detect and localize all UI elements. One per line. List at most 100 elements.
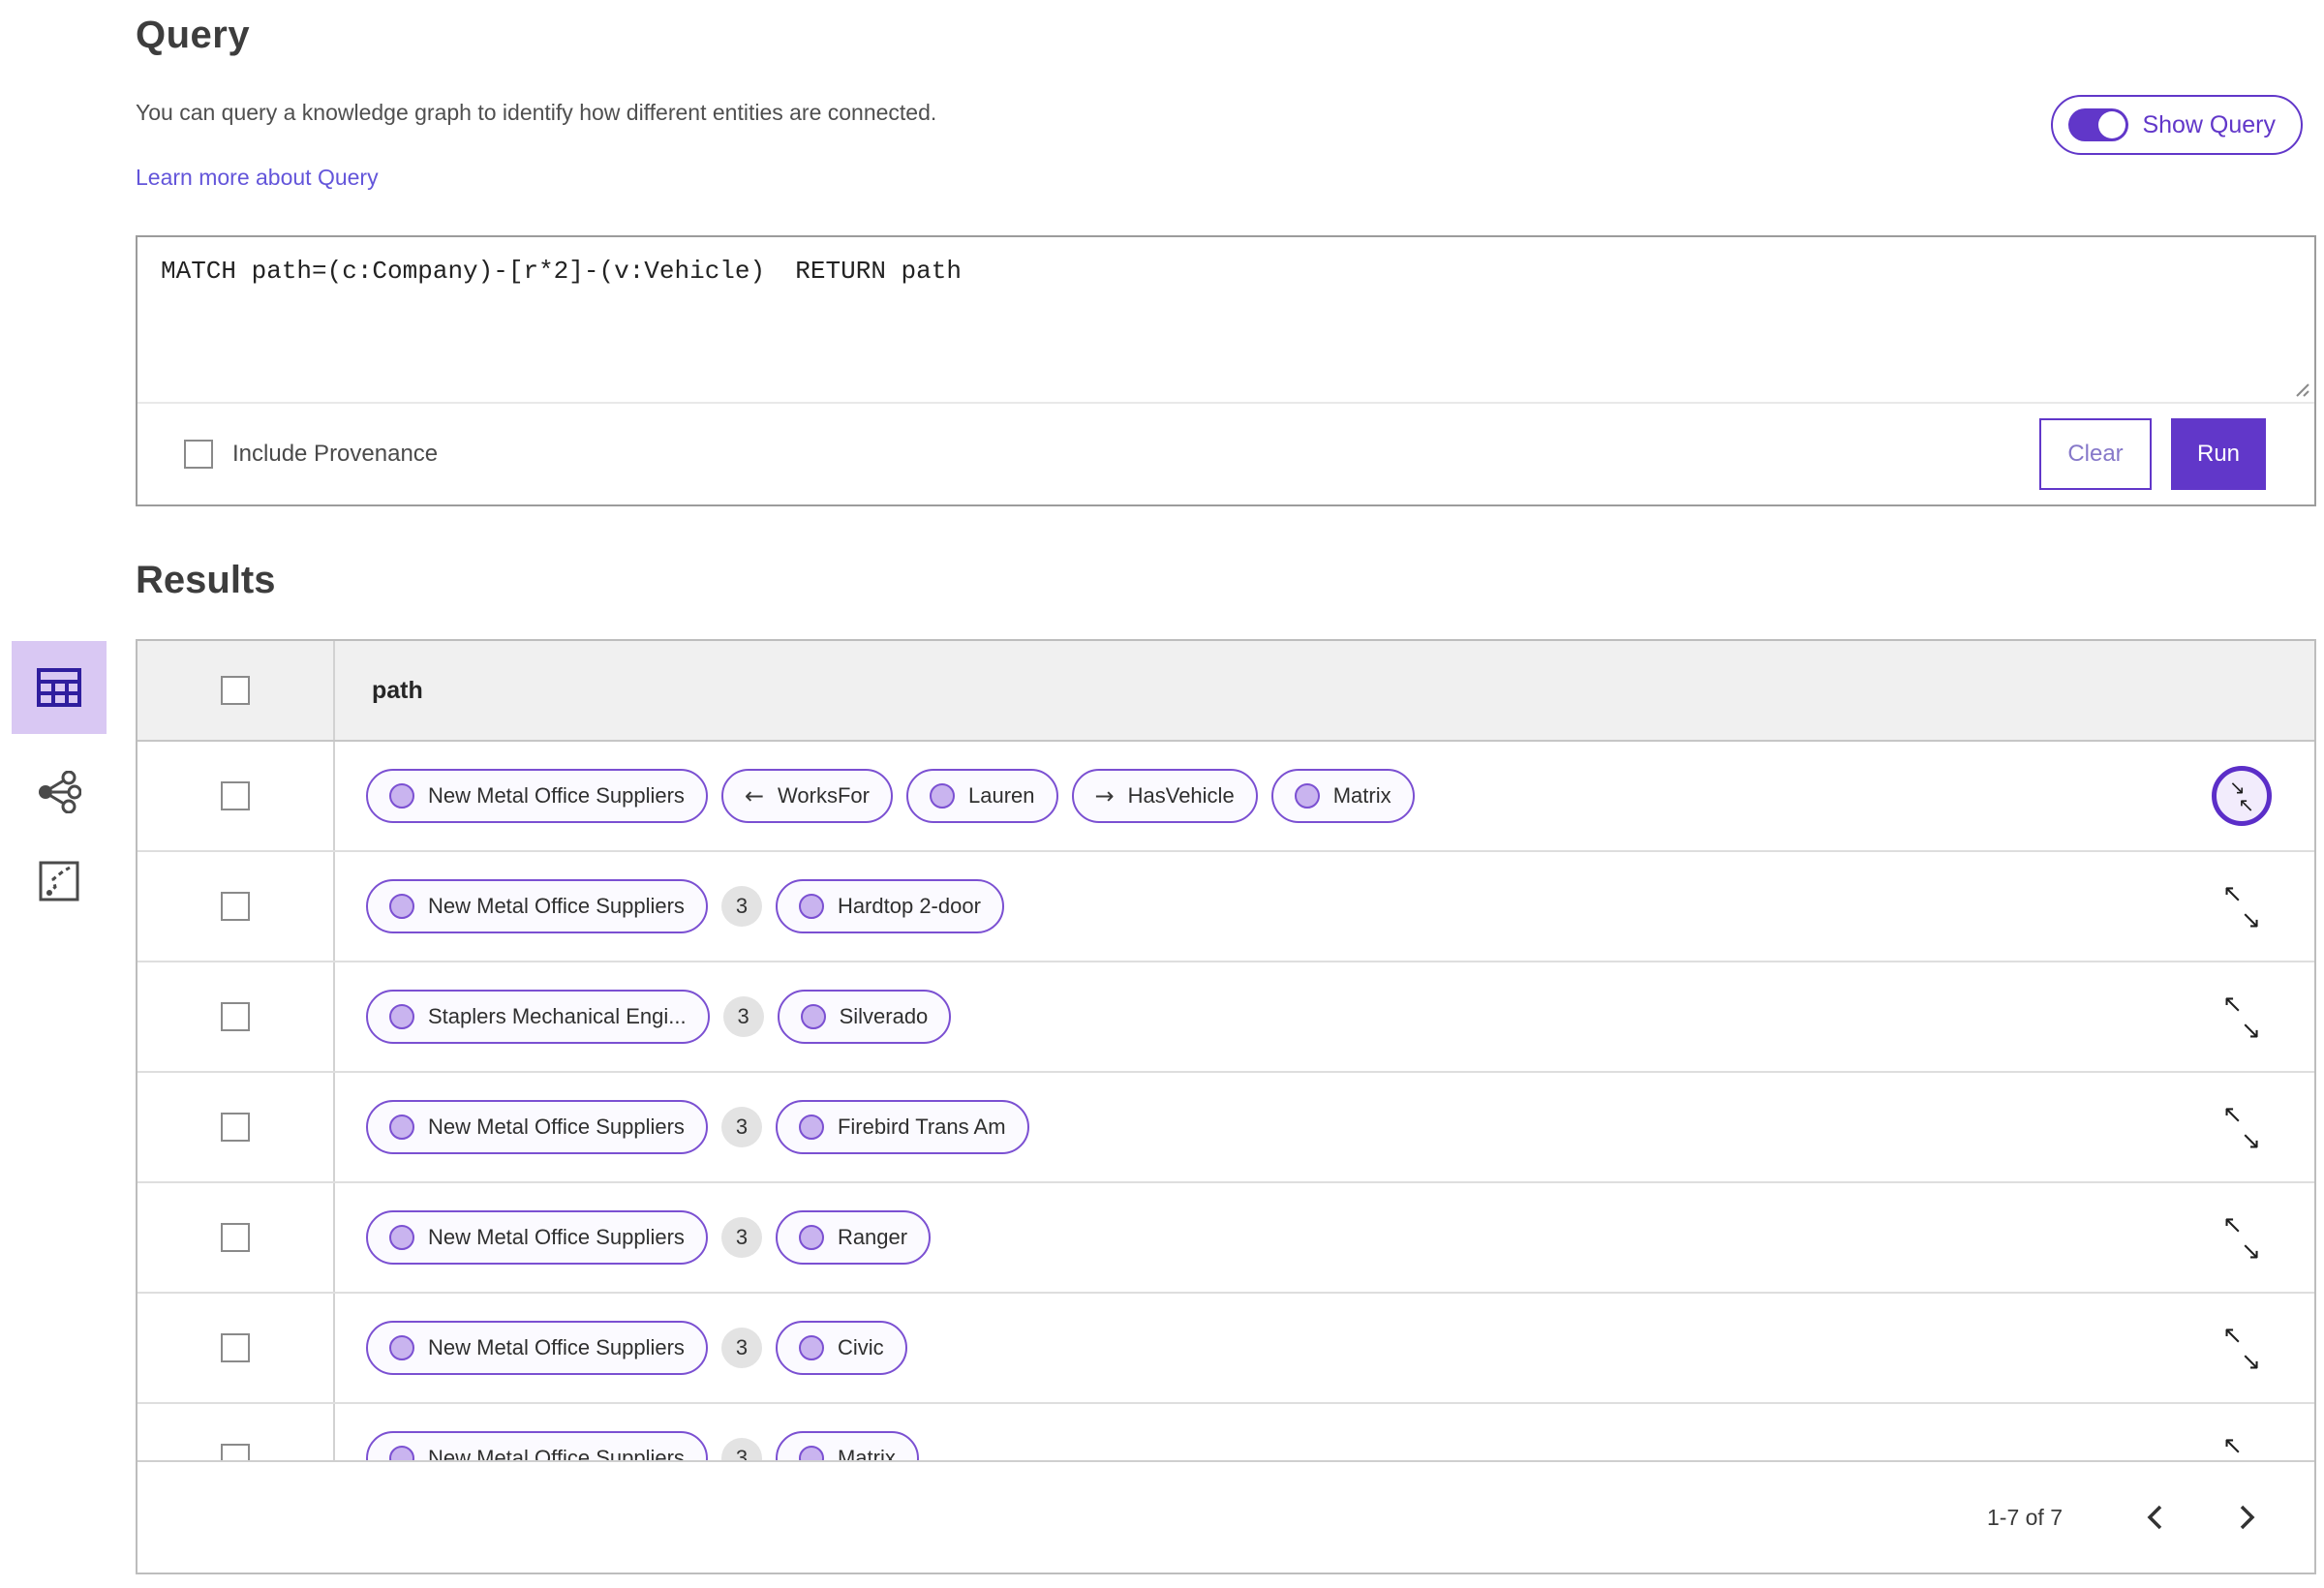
select-all-checkbox[interactable] [221, 676, 250, 705]
entity-node-icon [798, 1115, 824, 1140]
row-select-cell [138, 962, 335, 1071]
diagonal-arrow-icon: ↖ [2222, 1321, 2243, 1349]
run-button[interactable]: Run [2171, 418, 2266, 490]
entity-pill[interactable]: Ranger [775, 1210, 932, 1265]
query-input[interactable]: MATCH path=(c:Company)-[r*2]-(v:Vehicle)… [138, 237, 2314, 404]
row-checkbox[interactable] [221, 1113, 250, 1142]
row-checkbox[interactable] [221, 1444, 250, 1460]
hidden-hops-count-badge: 3 [720, 1328, 762, 1368]
chevron-left-icon [2147, 1505, 2162, 1530]
entity-pill[interactable]: Hardtop 2-door [775, 879, 1004, 933]
relationship-pill[interactable]: ← WorksFor [720, 769, 893, 823]
show-query-label: Show Query [2142, 110, 2276, 138]
entity-pill[interactable]: Staplers Mechanical Engi... [366, 990, 710, 1044]
row-checkbox[interactable] [221, 1002, 250, 1031]
entity-pill[interactable]: New Metal Office Suppliers [366, 1321, 708, 1375]
entity-label: New Metal Office Suppliers [428, 1335, 685, 1359]
expand-cell: ↖↘ [2169, 1321, 2314, 1375]
query-description: You can query a knowledge graph to ident… [136, 100, 937, 125]
expand-row-icon[interactable]: ↖↘ [2215, 879, 2269, 933]
row-checkbox[interactable] [221, 781, 250, 810]
diagonal-arrow-icon: ↘ [2241, 905, 2261, 933]
diagonal-arrow-icon: ↘ [2241, 1016, 2261, 1044]
expand-row-icon[interactable]: ↖↘ [2215, 1431, 2269, 1460]
hidden-hops-count-badge: 3 [722, 996, 764, 1037]
diagonal-arrow-icon: ↖ [2222, 1210, 2243, 1238]
diagonal-arrow-icon: ↘ [2241, 1237, 2261, 1265]
results-table: path New Metal Office Suppliers ← WorksFor… [136, 639, 2316, 1574]
entity-node-icon [389, 894, 414, 919]
row-checkbox[interactable] [221, 892, 250, 921]
entity-pill[interactable]: Matrix [775, 1431, 919, 1460]
row-checkbox[interactable] [221, 1333, 250, 1362]
entity-pill[interactable]: Civic [775, 1321, 907, 1375]
table-row: New Metal Office Suppliers ← WorksFor Laure… [138, 742, 2314, 852]
row-select-cell [138, 1073, 335, 1181]
row-checkbox[interactable] [221, 1223, 250, 1252]
path-cell: New Metal Office Suppliers 3 Matrix [335, 1431, 2169, 1460]
table-row: New Metal Office Suppliers 3 Hardtop 2-doo… [138, 852, 2314, 962]
row-select-cell [138, 852, 335, 961]
learn-more-link[interactable]: Learn more about Query [136, 165, 379, 191]
entity-node-icon [800, 1004, 826, 1029]
entity-node-icon [389, 1335, 414, 1360]
path-cell: Staplers Mechanical Engi... 3 Silverado [335, 990, 2169, 1044]
expand-row-icon[interactable]: ↖↘ [2215, 1100, 2269, 1154]
table-row: Staplers Mechanical Engi... 3 Silverado ↖ ↘ [138, 962, 2314, 1073]
entity-pill[interactable]: New Metal Office Suppliers [366, 1100, 708, 1154]
entity-pill[interactable]: Lauren [905, 769, 1058, 823]
entity-pill[interactable]: New Metal Office Suppliers [366, 879, 708, 933]
expand-row-icon[interactable]: ↖↘ [2215, 1321, 2269, 1375]
query-section-title: Query [136, 14, 251, 56]
entity-node-icon [929, 783, 955, 809]
entity-node-icon [798, 1446, 824, 1460]
graph-icon [39, 771, 81, 813]
entity-pill[interactable]: New Metal Office Suppliers [366, 1431, 708, 1460]
entity-label: Firebird Trans Am [837, 1115, 1006, 1139]
entity-pill[interactable]: New Metal Office Suppliers [366, 769, 708, 823]
include-provenance-label: Include Provenance [232, 441, 439, 467]
entity-label: Matrix [1332, 783, 1391, 808]
show-query-toggle[interactable]: Show Query [2051, 95, 2303, 155]
entity-pill[interactable]: Firebird Trans Am [775, 1100, 1029, 1154]
map-view-tab[interactable] [12, 850, 107, 912]
entity-node-icon [389, 1004, 414, 1029]
diagonal-arrow-icon: ↖ [2222, 879, 2243, 907]
entity-label: Staplers Mechanical Engi... [428, 1004, 687, 1028]
next-page-button[interactable] [2231, 1496, 2264, 1539]
entity-label: Civic [837, 1335, 884, 1359]
relationship-pill[interactable]: → HasVehicle [1071, 769, 1258, 823]
entity-node-icon [389, 1446, 414, 1460]
map-icon [39, 861, 79, 901]
entity-label: New Metal Office Suppliers [428, 783, 685, 808]
toggle-switch-icon[interactable] [2068, 108, 2129, 141]
row-select-cell [138, 1183, 335, 1292]
path-cell: New Metal Office Suppliers 3 Firebird Tran… [335, 1100, 2169, 1154]
entity-node-icon [389, 1225, 414, 1250]
page: Query You can query a knowledge graph to… [12, 0, 2316, 1574]
include-provenance-checkbox[interactable] [184, 440, 213, 469]
entity-label: New Metal Office Suppliers [428, 1446, 685, 1460]
entity-label: Silverado [839, 1004, 929, 1028]
expand-row-icon[interactable]: ↖↘ [2215, 1210, 2269, 1265]
entity-pill[interactable]: New Metal Office Suppliers [366, 1210, 708, 1265]
path-cell: New Metal Office Suppliers 3 Ranger [335, 1210, 2169, 1265]
entity-node-icon [798, 1335, 824, 1360]
clear-button[interactable]: Clear [2039, 418, 2152, 490]
entity-pill[interactable]: Matrix [1270, 769, 1415, 823]
expand-row-icon[interactable]: ↖↘ [2215, 990, 2269, 1044]
diagonal-arrow-icon: ↘ [2241, 1459, 2261, 1460]
expand-cell: ↖↘ [2169, 1210, 2314, 1265]
resize-handle-icon[interactable] [2291, 379, 2310, 398]
results-area: path New Metal Office Suppliers ← WorksFor… [12, 639, 2316, 1574]
include-provenance-control[interactable]: Include Provenance [184, 440, 438, 469]
query-footer: Include Provenance Clear Run [138, 404, 2314, 504]
previous-page-button[interactable] [2138, 1496, 2171, 1539]
collapse-row-icon[interactable]: ↘ ↖ [2212, 766, 2272, 826]
table-view-tab[interactable] [12, 641, 107, 734]
graph-view-tab[interactable] [12, 761, 107, 823]
query-panel: MATCH path=(c:Company)-[r*2]-(v:Vehicle)… [136, 235, 2316, 506]
path-cell: New Metal Office Suppliers 3 Civic [335, 1321, 2169, 1375]
entity-node-icon [389, 1115, 414, 1140]
entity-pill[interactable]: Silverado [777, 990, 952, 1044]
